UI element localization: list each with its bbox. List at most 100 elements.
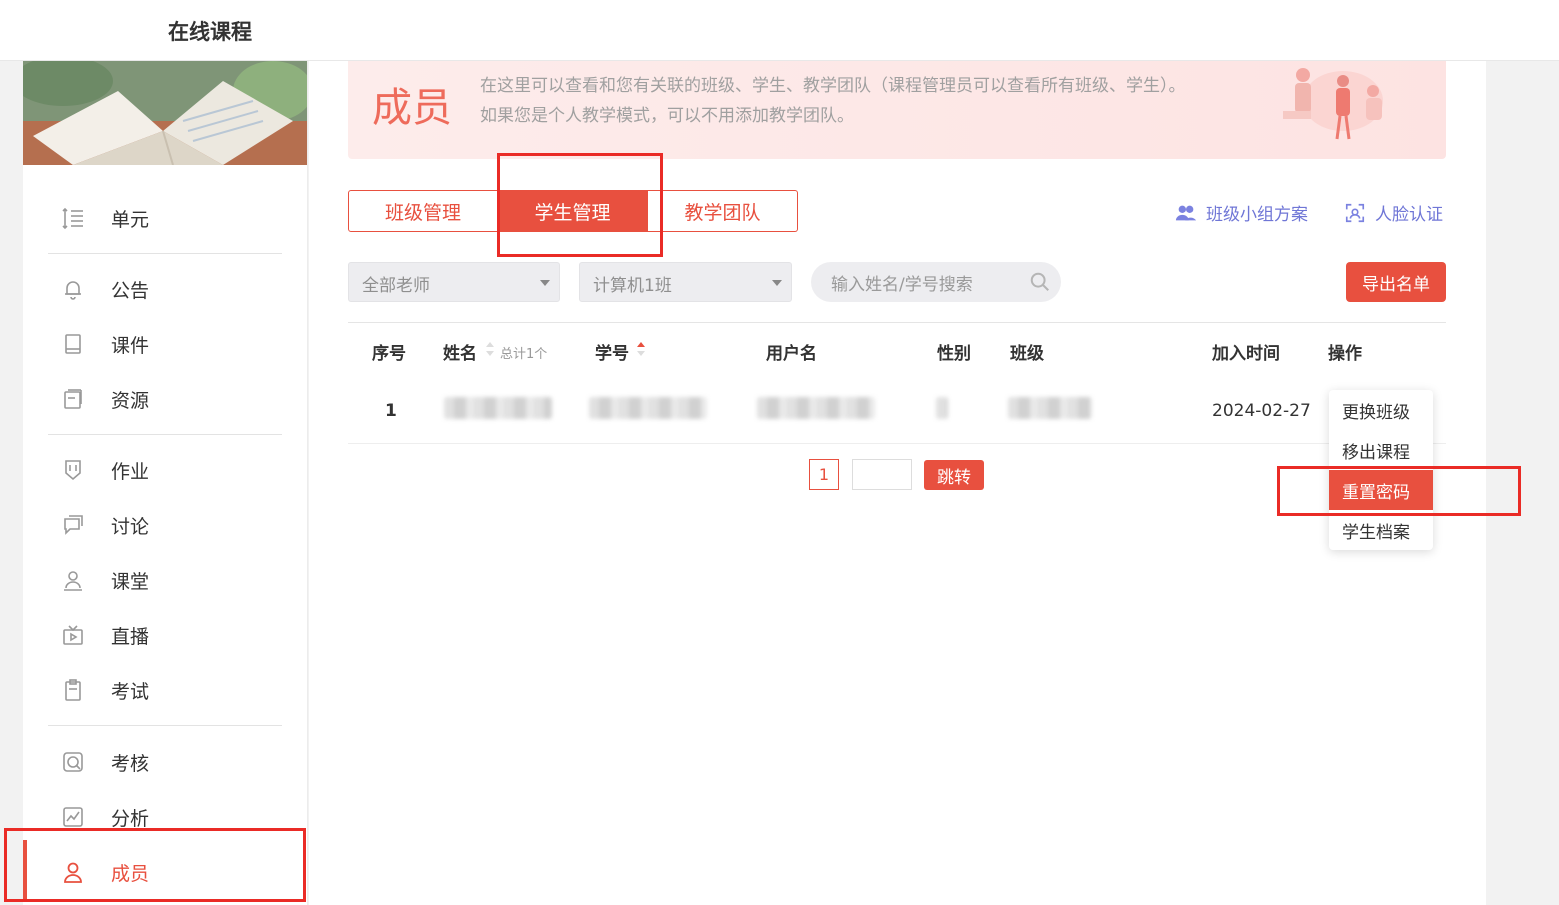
class-select-value: 计算机1班: [593, 276, 672, 296]
description-line-2: 如果您是个人教学模式，可以不用添加教学团队。: [480, 106, 854, 126]
sidebar-item-label: 作业: [111, 461, 150, 483]
sidebar-item-analysis[interactable]: 分析: [23, 793, 307, 839]
classroom-icon: [64, 571, 82, 591]
nav-divider: [48, 434, 282, 435]
tv-icon: [63, 625, 83, 645]
sidebar-item-label: 成员: [111, 863, 150, 885]
sort-icon[interactable]: [486, 341, 494, 357]
face-auth-label: 人脸认证: [1375, 205, 1443, 225]
redacted-username: [757, 397, 875, 419]
team-illustration: [1283, 68, 1383, 140]
action-dropdown-menu: 更换班级 移出课程 重置密码 学生档案: [1329, 390, 1433, 550]
row-join-time: 2024-02-27: [1212, 401, 1311, 421]
row-index: 1: [385, 401, 397, 421]
menu-item-remove-from-course[interactable]: 移出课程: [1329, 430, 1433, 470]
bell-icon: [65, 281, 81, 300]
sidebar-item-exam[interactable]: 考试: [23, 666, 307, 712]
chart-icon: [63, 807, 83, 827]
sidebar-item-courseware[interactable]: 课件: [23, 320, 307, 366]
header-join-time: 加入时间: [1212, 344, 1280, 364]
page-jump-input[interactable]: [852, 459, 912, 490]
nav-divider: [48, 253, 282, 254]
row-divider: [348, 443, 1446, 444]
menu-item-reset-password[interactable]: 重置密码: [1329, 470, 1433, 510]
chevron-down-icon: [772, 280, 782, 286]
redacted-gender: [936, 397, 948, 419]
top-bar: 在线课程: [0, 0, 1559, 61]
sidebar-item-label: 单元: [111, 209, 150, 231]
redacted-name: [444, 397, 552, 419]
sidebar-item-announcement[interactable]: 公告: [23, 265, 307, 311]
sidebar-item-label: 直播: [111, 626, 150, 648]
sidebar-item-live[interactable]: 直播: [23, 611, 307, 657]
sidebar-item-label: 课件: [111, 335, 150, 357]
sidebar-item-unit[interactable]: 单元: [23, 194, 307, 240]
menu-item-change-class[interactable]: 更换班级: [1329, 390, 1433, 430]
tab-teaching-team[interactable]: 教学团队: [648, 190, 798, 232]
app-title: 在线课程: [168, 20, 252, 44]
sidebar-item-label: 讨论: [111, 516, 150, 538]
book-icon: [65, 334, 81, 354]
description-line-1: 在这里可以查看和您有关联的班级、学生、教学团队（课程管理员可以查看所有班级、学生…: [480, 76, 1186, 96]
sidebar-item-assessment[interactable]: 考核: [23, 738, 307, 784]
list-icon: [62, 207, 83, 230]
total-count: 总计1个: [500, 347, 548, 362]
exam-icon: [65, 679, 81, 701]
tab-class-management[interactable]: 班级管理: [348, 190, 498, 232]
homework-icon: [65, 460, 81, 481]
search-icon[interactable]: [1029, 271, 1051, 293]
header-name[interactable]: 姓名: [443, 339, 477, 364]
search-placeholder: 输入姓名/学号搜索: [831, 275, 973, 295]
main-content: 成员 在这里可以查看和您有关联的班级、学生、教学团队（课程管理员可以查看所有班级…: [309, 61, 1486, 905]
page-description: 在这里可以查看和您有关联的班级、学生、教学团队（课程管理员可以查看所有班级、学生…: [480, 71, 1186, 131]
open-book-illustration: [23, 61, 307, 165]
header-gender: 性别: [937, 344, 971, 364]
group-plan-link[interactable]: 班级小组方案: [1175, 200, 1308, 225]
search-input[interactable]: 输入姓名/学号搜索: [811, 262, 1061, 302]
chevron-down-icon: [540, 280, 550, 286]
chat-icon: [64, 515, 83, 535]
sidebar-item-label: 考核: [111, 753, 150, 775]
header-action: 操作: [1328, 344, 1362, 364]
sidebar-item-label: 课堂: [111, 571, 150, 593]
page-title: 成员: [372, 85, 452, 131]
person-icon: [64, 862, 82, 883]
group-plan-label: 班级小组方案: [1206, 205, 1308, 225]
teacher-select[interactable]: 全部老师: [348, 262, 560, 302]
header-student-id[interactable]: 学号: [595, 339, 629, 364]
class-select[interactable]: 计算机1班: [579, 262, 792, 302]
face-scan-icon: [1345, 203, 1365, 222]
redacted-student-id: [589, 397, 707, 419]
sidebar-item-label: 考试: [111, 681, 150, 703]
menu-item-student-profile[interactable]: 学生档案: [1329, 510, 1433, 550]
nav-divider: [48, 725, 282, 726]
sidebar-item-label: 分析: [111, 808, 150, 830]
header-class: 班级: [1010, 344, 1044, 364]
sidebar-item-homework[interactable]: 作业: [23, 446, 307, 492]
group-icon: [1175, 205, 1197, 220]
right-gutter: [1486, 61, 1559, 905]
sidebar-item-members[interactable]: 成员: [23, 848, 307, 894]
jump-button[interactable]: 跳转: [924, 460, 984, 490]
sort-asc-icon[interactable]: [637, 341, 645, 357]
page-number-button[interactable]: 1: [809, 459, 839, 490]
assess-icon: [63, 752, 83, 772]
folder-icon: [64, 389, 82, 409]
face-auth-link[interactable]: 人脸认证: [1344, 200, 1443, 225]
sidebar-item-label: 公告: [111, 280, 150, 302]
tab-student-management[interactable]: 学生管理: [498, 190, 648, 232]
sidebar: 单元 公告 课件 资源 作业 讨论 课堂 直播 考试 考核 分析 成员: [23, 61, 308, 905]
sidebar-item-classroom[interactable]: 课堂: [23, 556, 307, 602]
table-top-divider: [348, 322, 1446, 323]
page-banner: 成员 在这里可以查看和您有关联的班级、学生、教学团队（课程管理员可以查看所有班级…: [348, 61, 1446, 159]
member-tabs: 班级管理 学生管理 教学团队: [348, 190, 798, 232]
export-list-button[interactable]: 导出名单: [1346, 262, 1446, 302]
course-cover-image: [23, 61, 307, 165]
sidebar-item-resources[interactable]: 资源: [23, 375, 307, 421]
teacher-select-value: 全部老师: [362, 276, 430, 296]
sidebar-item-discussion[interactable]: 讨论: [23, 501, 307, 547]
header-index: 序号: [372, 344, 406, 364]
redacted-class: [1008, 397, 1092, 419]
header-username: 用户名: [766, 344, 817, 364]
sidebar-item-label: 资源: [111, 390, 150, 412]
